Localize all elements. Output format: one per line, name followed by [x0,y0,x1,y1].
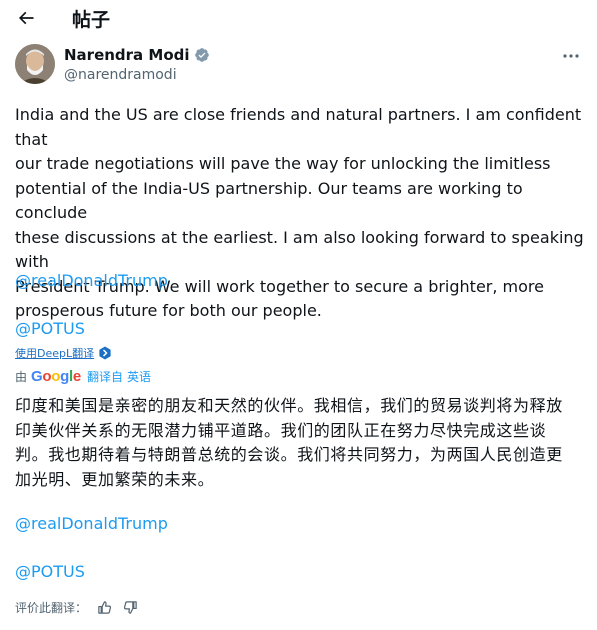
thumbs-down-icon [123,600,137,614]
tweet-line: our trade negotiations will pave the way… [15,154,551,173]
avatar[interactable] [15,44,55,84]
translated-by-label: 由 [15,370,28,384]
deepl-icon [98,346,112,360]
translated-mention-potus[interactable]: @POTUS [15,560,85,584]
translated-line: 判。我也期待着与特朗普总统的会谈。我们将共同努力，为两国人民创造更 [15,445,563,464]
top-bar: 帖子 [0,0,597,36]
rate-translation-label: 评价此翻译： [15,600,88,615]
author-name[interactable]: Narendra Modi [64,46,190,64]
tweet-line: potential of the India-US partnership. O… [15,178,523,223]
mention-link-realdonaldtrump[interactable]: @realDonaldTrump [15,269,168,293]
back-button[interactable] [12,4,40,32]
deepl-translate-row[interactable]: 使用DeepL翻译 [15,345,112,361]
thumbs-down-button[interactable] [121,598,139,616]
thumbs-up-icon [97,600,111,614]
translated-line: 加光明、更加繁荣的未来。 [15,469,215,489]
thumbs-up-button[interactable] [95,598,113,616]
mention-link-potus[interactable]: @POTUS [15,317,85,341]
author-handle[interactable]: @narendramodi [64,67,177,83]
page-title: 帖子 [72,9,111,31]
deepl-translate-link[interactable]: 使用DeepL翻译 [15,345,94,361]
author-name-row[interactable]: Narendra Modi [64,46,210,64]
translated-mention-realdonaldtrump[interactable]: @realDonaldTrump [15,512,168,536]
translated-line: 印度和美国是亲密的朋友和天然的伙伴。我相信，我们的贸易谈判将为释放 [15,396,563,415]
more-horizontal-icon [563,54,579,58]
source-language-label[interactable]: 英语 [127,368,151,385]
google-logo: Google [31,368,81,385]
google-translate-row: 由 Google 翻译自 英语 [15,368,151,385]
arrow-left-icon [18,11,34,25]
more-options-button[interactable] [558,46,584,66]
translated-from-label[interactable]: 翻译自 [87,368,123,385]
tweet-line: prosperous future for both our people. [15,301,322,320]
translated-text: 印度和美国是亲密的朋友和天然的伙伴。我相信，我们的贸易谈判将为释放 印美伙伴关系… [15,394,587,492]
rate-translation-row: 评价此翻译： [15,598,139,616]
tweet-line: these discussions at the earliest. I am … [15,227,584,272]
translated-line: 印美伙伴关系的无限潜力铺平道路。我们的团队正在努力尽快完成这些谈 [15,420,547,440]
verified-badge-icon [194,47,210,63]
tweet-line: India and the US are close friends and n… [15,105,582,149]
